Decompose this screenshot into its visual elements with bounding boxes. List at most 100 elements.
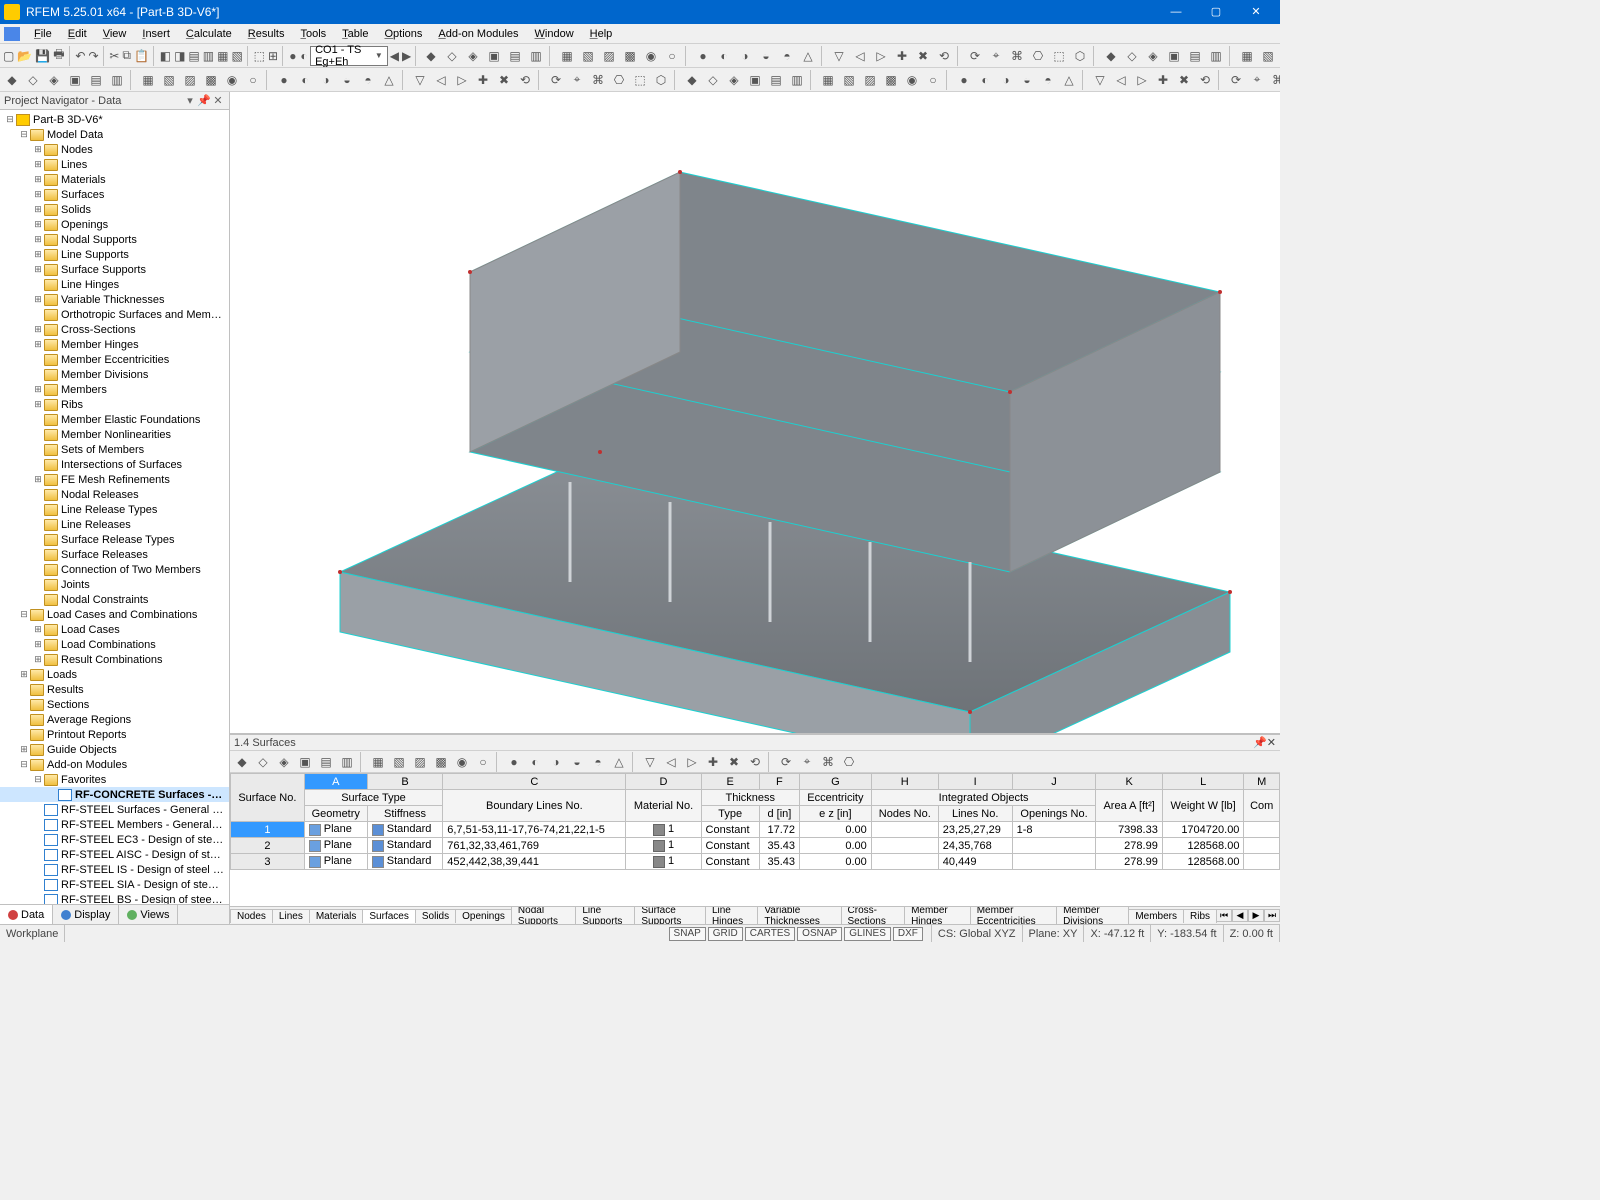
tree-item[interactable]: ⊞Solids bbox=[0, 202, 229, 217]
tree-item[interactable]: RF-STEEL Members - General stress analys… bbox=[0, 817, 229, 832]
table-tab-line-supports[interactable]: Line Supports bbox=[575, 906, 635, 924]
toolbar-button[interactable]: ▧ bbox=[578, 46, 598, 66]
toolbar-button[interactable]: ▥ bbox=[337, 752, 357, 772]
toolbar-button[interactable]: ✖ bbox=[913, 46, 933, 66]
nav-tab-data[interactable]: Data bbox=[0, 905, 53, 924]
toolbar-button[interactable]: ◈ bbox=[274, 752, 294, 772]
toolbar-button[interactable]: ▤ bbox=[1185, 46, 1205, 66]
toolbar-button[interactable]: ▷ bbox=[682, 752, 702, 772]
table-tab-member-divisions[interactable]: Member Divisions bbox=[1056, 906, 1129, 924]
toolbar-button[interactable]: ◇ bbox=[442, 46, 462, 66]
close-panel-icon[interactable]: ✕ bbox=[211, 94, 225, 107]
new-icon[interactable]: ▢ bbox=[2, 46, 15, 66]
prev-lc-icon[interactable]: ◀ bbox=[389, 46, 400, 66]
tree-item[interactable]: ⊞Guide Objects bbox=[0, 742, 229, 757]
tree-item[interactable]: Nodal Constraints bbox=[0, 592, 229, 607]
print-icon[interactable]: 🖶 bbox=[52, 46, 65, 66]
toolbar-button[interactable]: ✚ bbox=[892, 46, 912, 66]
copy-icon[interactable]: ⧉ bbox=[121, 46, 132, 66]
tree-item[interactable]: Member Elastic Foundations bbox=[0, 412, 229, 427]
tree-item[interactable]: ⊞Lines bbox=[0, 157, 229, 172]
toolbar-button[interactable]: ⌖ bbox=[1247, 70, 1267, 90]
toolbar-button[interactable]: ▦ bbox=[818, 70, 838, 90]
toolbar-button[interactable]: ▥ bbox=[526, 46, 546, 66]
toolbar-button[interactable]: ◐ bbox=[975, 70, 995, 90]
toolbar-button[interactable]: ◓ bbox=[1038, 70, 1058, 90]
toolbar-button[interactable]: ◒ bbox=[1017, 70, 1037, 90]
table-tab-nodes[interactable]: Nodes bbox=[230, 909, 273, 923]
table-tab-member-hinges[interactable]: Member Hinges bbox=[904, 906, 971, 924]
toolbar-button[interactable]: ◈ bbox=[463, 46, 483, 66]
toolbar-button[interactable]: ◇ bbox=[703, 70, 723, 90]
tree-item[interactable]: ⊞Surfaces bbox=[0, 187, 229, 202]
tree-item[interactable]: ⊟Add-on Modules bbox=[0, 757, 229, 772]
tb-btn[interactable]: ◨ bbox=[173, 46, 186, 66]
toolbar-button[interactable]: ⬡ bbox=[1070, 46, 1090, 66]
toolbar-button[interactable]: ▧ bbox=[389, 752, 409, 772]
toolbar-button[interactable]: ◑ bbox=[316, 70, 336, 90]
toolbar-button[interactable]: ⟳ bbox=[1226, 70, 1246, 90]
toolbar-button[interactable]: ◐ bbox=[525, 752, 545, 772]
toolbar-button[interactable]: ▩ bbox=[431, 752, 451, 772]
tree-item[interactable]: ⊞FE Mesh Refinements bbox=[0, 472, 229, 487]
tree-item[interactable]: ⊞Member Hinges bbox=[0, 337, 229, 352]
tab-nav-button[interactable]: ◀ bbox=[1232, 909, 1248, 922]
col-letter[interactable]: H bbox=[871, 774, 938, 790]
tab-nav-button[interactable]: ⏭ bbox=[1264, 909, 1280, 922]
toolbar-button[interactable]: ▥ bbox=[1206, 46, 1226, 66]
col-letter[interactable]: J bbox=[1012, 774, 1096, 790]
toolbar-button[interactable]: ▨ bbox=[860, 70, 880, 90]
tree-item[interactable]: ⊞Result Combinations bbox=[0, 652, 229, 667]
toolbar-button[interactable]: ▦ bbox=[557, 46, 577, 66]
toolbar-button[interactable]: ◁ bbox=[431, 70, 451, 90]
tb-btn[interactable]: ▧ bbox=[230, 46, 243, 66]
col-letter[interactable]: I bbox=[938, 774, 1012, 790]
toolbar-button[interactable]: ◑ bbox=[996, 70, 1016, 90]
toolbar-button[interactable]: ⎔ bbox=[1028, 46, 1048, 66]
tree-item[interactable]: Line Hinges bbox=[0, 277, 229, 292]
toolbar-button[interactable]: ◈ bbox=[724, 70, 744, 90]
tree-item[interactable]: ⊟Part-B 3D-V6* bbox=[0, 112, 229, 127]
tb-btn[interactable]: ▦ bbox=[216, 46, 229, 66]
menu-results[interactable]: Results bbox=[240, 26, 293, 42]
toolbar-button[interactable]: ⟳ bbox=[546, 70, 566, 90]
tree-item[interactable]: Joints bbox=[0, 577, 229, 592]
toolbar-button[interactable]: ⌖ bbox=[986, 46, 1006, 66]
tree-item[interactable]: ⊞Load Combinations bbox=[0, 637, 229, 652]
tree-item[interactable]: ⊞Cross-Sections bbox=[0, 322, 229, 337]
pin-icon[interactable]: 📌 bbox=[1253, 736, 1267, 749]
tree-item[interactable]: ⊞Line Supports bbox=[0, 247, 229, 262]
mdi-icon[interactable] bbox=[4, 27, 20, 41]
table-tab-ribs[interactable]: Ribs bbox=[1183, 909, 1217, 923]
col-letter[interactable]: G bbox=[800, 774, 872, 790]
toolbar-button[interactable]: ▨ bbox=[599, 46, 619, 66]
menu-view[interactable]: View bbox=[95, 26, 135, 42]
toolbar-button[interactable]: ◒ bbox=[756, 46, 776, 66]
menu-file[interactable]: File bbox=[26, 26, 60, 42]
toolbar-button[interactable]: ⌘ bbox=[818, 752, 838, 772]
status-toggle-glines[interactable]: GLINES bbox=[844, 927, 891, 941]
toolbar-button[interactable]: ▤ bbox=[316, 752, 336, 772]
dropdown-icon[interactable]: ▾ bbox=[183, 94, 197, 107]
tree-item[interactable]: Surface Release Types bbox=[0, 532, 229, 547]
toolbar-button[interactable]: △ bbox=[1059, 70, 1079, 90]
save-icon[interactable]: 💾 bbox=[34, 46, 51, 66]
toolbar-button[interactable]: ⎔ bbox=[839, 752, 859, 772]
toolbar-button[interactable]: ▷ bbox=[871, 46, 891, 66]
toolbar-button[interactable]: ▽ bbox=[410, 70, 430, 90]
toolbar-button[interactable]: ◁ bbox=[661, 752, 681, 772]
status-toggle-osnap[interactable]: OSNAP bbox=[797, 927, 842, 941]
tree-item[interactable]: Line Releases bbox=[0, 517, 229, 532]
tree-item[interactable]: Member Nonlinearities bbox=[0, 427, 229, 442]
tree-item[interactable]: ⊞Loads bbox=[0, 667, 229, 682]
toolbar-button[interactable]: ◉ bbox=[222, 70, 242, 90]
toolbar-button[interactable]: ▷ bbox=[452, 70, 472, 90]
menu-options[interactable]: Options bbox=[376, 26, 430, 42]
toolbar-button[interactable]: ⌘ bbox=[1007, 46, 1027, 66]
toolbar-button[interactable]: ▣ bbox=[1164, 46, 1184, 66]
toolbar-button[interactable]: ◉ bbox=[641, 46, 661, 66]
menu-add-on-modules[interactable]: Add-on Modules bbox=[430, 26, 526, 42]
toolbar-button[interactable]: ● bbox=[954, 70, 974, 90]
tree-item[interactable]: ⊟Load Cases and Combinations bbox=[0, 607, 229, 622]
toolbar-button[interactable]: ◁ bbox=[1111, 70, 1131, 90]
